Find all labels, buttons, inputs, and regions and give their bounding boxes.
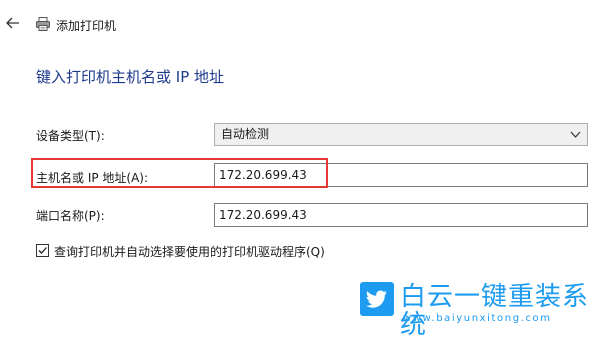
device-type-value: 自动检测 xyxy=(221,127,270,141)
printer-icon xyxy=(35,16,51,32)
device-type-select[interactable]: 自动检测 xyxy=(214,123,588,146)
checkmark-icon xyxy=(38,247,47,254)
bird-logo-icon xyxy=(360,282,394,316)
wizard-title: 添加打印机 xyxy=(56,19,117,33)
port-name-input[interactable]: 172.20.699.43 xyxy=(214,203,588,227)
highlight-box xyxy=(31,158,328,188)
watermark-url: www.baiyunxitong.com xyxy=(403,313,552,324)
query-driver-checkbox[interactable] xyxy=(36,244,49,257)
page-heading: 键入打印机主机名或 IP 地址 xyxy=(36,68,225,86)
back-button[interactable] xyxy=(4,14,22,32)
port-name-label: 端口名称(P): xyxy=(36,209,105,223)
back-arrow-icon xyxy=(6,17,19,29)
chevron-down-icon xyxy=(570,131,581,138)
device-type-label: 设备类型(T): xyxy=(36,129,105,143)
query-driver-label: 查询打印机并自动选择要使用的打印机驱动程序(Q) xyxy=(54,245,325,259)
